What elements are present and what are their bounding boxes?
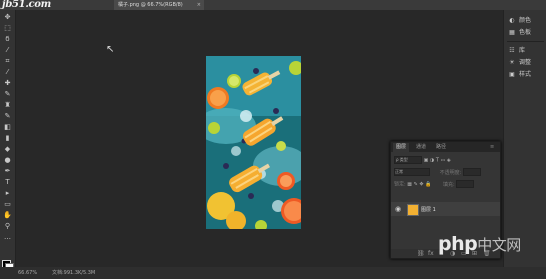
layers-panel-tabs: 图层 通道 路径 ≡ <box>391 142 500 152</box>
dodge-icon[interactable]: ● <box>3 156 12 164</box>
dock-label: 库 <box>519 47 526 54</box>
filter-adjust-icon[interactable]: ◑ <box>430 158 434 164</box>
layer-filter-row: ρ 类型 ▣ ◑ T ▭ ◈ <box>394 156 451 164</box>
blur-icon[interactable]: ◆ <box>3 145 12 153</box>
gradient-icon[interactable]: ▮ <box>3 134 12 142</box>
healing-icon[interactable]: ✚ <box>3 79 12 87</box>
swatches-icon: ▦ <box>509 29 515 36</box>
lock-row: 锁定: ▦ ✎ ✥ 🔒 填充: <box>394 180 475 188</box>
lock-paint-icon[interactable]: ✎ <box>414 182 418 188</box>
opacity-label: 不透明度: <box>439 169 462 176</box>
layer-thumbnail <box>407 204 419 216</box>
visibility-eye-icon[interactable]: ◉ <box>395 205 401 213</box>
brush-icon[interactable]: ✎ <box>3 90 12 98</box>
dock-label: 调整 <box>519 59 532 66</box>
dock-button-libraries[interactable]: ☷ 库 <box>508 46 544 56</box>
magic-wand-icon[interactable]: ⁄ <box>3 46 12 54</box>
filter-pixel-icon[interactable]: ▣ <box>424 158 429 164</box>
path-select-icon[interactable]: ▸ <box>3 189 12 197</box>
dock-button-adjustments[interactable]: ☀ 调整 <box>508 58 544 68</box>
filter-smart-icon[interactable]: ◈ <box>447 158 451 164</box>
lock-label: 锁定: <box>394 181 406 188</box>
fx-icon[interactable]: fx <box>428 250 434 257</box>
dock-label: 色板 <box>519 29 532 36</box>
fill-field[interactable] <box>456 180 475 188</box>
libraries-icon: ☷ <box>509 47 515 54</box>
zoom-level[interactable]: 66.67% <box>18 267 37 279</box>
color-icon: ◐ <box>509 17 515 24</box>
more-icon[interactable]: … <box>3 233 12 241</box>
hand-icon[interactable]: ✋ <box>3 211 12 219</box>
lock-pixels-icon[interactable]: ▦ <box>407 182 412 188</box>
marquee-icon[interactable]: ⬚ <box>3 24 12 32</box>
dock-divider <box>507 41 544 42</box>
history-brush-icon[interactable]: ✎ <box>3 112 12 120</box>
styles-icon: ▣ <box>509 71 515 78</box>
tools-panel: ✥ ⬚ ϭ ⁄ ⌗ ⁄ ✚ ✎ ♜ ✎ ◧ ▮ ◆ ● ✒ T ▸ ▭ ✋ ⚲ … <box>0 10 16 272</box>
tab-paths[interactable]: 路径 <box>433 143 449 152</box>
dock-label: 颜色 <box>519 17 532 24</box>
tab-channels[interactable]: 通道 <box>413 143 429 152</box>
watermark-text: php <box>438 233 478 255</box>
dock-button-color[interactable]: ◐ 颜色 <box>508 16 544 26</box>
adjustments-icon: ☀ <box>509 59 515 66</box>
cursor-arrow-icon: ↖ <box>106 44 115 55</box>
kind-filter-select[interactable]: ρ 类型 <box>394 156 422 164</box>
status-bar: 66.67% 文档:991.3K/5.3M <box>0 267 546 279</box>
layer-row[interactable]: ◉ 图层 1 <box>391 202 500 216</box>
fill-label: 填充: <box>443 181 455 188</box>
type-icon[interactable]: T <box>3 178 12 186</box>
eraser-icon[interactable]: ◧ <box>3 123 12 131</box>
lock-move-icon[interactable]: ✥ <box>419 182 423 188</box>
popsicle-photo <box>206 56 301 229</box>
lasso-icon[interactable]: ϭ <box>3 35 12 43</box>
document-image[interactable] <box>206 56 301 229</box>
dock-button-styles[interactable]: ▣ 样式 <box>508 70 544 80</box>
pen-icon[interactable]: ✒ <box>3 167 12 175</box>
document-tab[interactable]: 橘子.png @ 66.7%(RGB/8) × <box>114 0 204 10</box>
document-tab-title: 橘子.png @ 66.7%(RGB/8) <box>118 2 183 8</box>
panel-dock: ◐ 颜色 ▦ 色板 ☷ 库 ☀ 调整 ▣ 样式 <box>503 10 546 267</box>
crop-icon[interactable]: ⌗ <box>3 57 12 65</box>
layer-name[interactable]: 图层 1 <box>421 206 436 213</box>
site-logo: jb51.com <box>2 0 51 10</box>
link-icon[interactable]: ⛓ <box>417 250 425 257</box>
move-icon[interactable]: ✥ <box>3 13 12 21</box>
shape-icon[interactable]: ▭ <box>3 200 12 208</box>
document-info[interactable]: 文档:991.3K/5.3M <box>52 267 95 279</box>
panel-menu-icon[interactable]: ≡ <box>487 143 497 152</box>
dock-button-swatches[interactable]: ▦ 色板 <box>508 28 544 38</box>
watermark-suffix: 中文网 <box>477 236 521 254</box>
kind-filter-value: ρ 类型 <box>396 157 408 162</box>
close-tab-icon[interactable]: × <box>197 0 201 10</box>
stamp-icon[interactable]: ♜ <box>3 101 12 109</box>
eyedropper-icon[interactable]: ⁄ <box>3 68 12 76</box>
zoom-icon[interactable]: ⚲ <box>3 222 12 230</box>
dock-label: 样式 <box>519 71 532 78</box>
tab-layers[interactable]: 图层 <box>393 143 410 152</box>
opacity-field[interactable] <box>462 168 481 176</box>
blend-row: 正常 不透明度: <box>394 168 481 176</box>
filter-type-icon[interactable]: T <box>436 158 439 164</box>
blend-mode-select[interactable]: 正常 <box>394 168 430 176</box>
application-bar: jb51.com 橘子.png @ 66.7%(RGB/8) × <box>0 0 546 10</box>
watermark-logo: php中文网 <box>438 233 521 255</box>
lock-all-icon[interactable]: 🔒 <box>425 182 431 188</box>
filter-shape-icon[interactable]: ▭ <box>441 158 446 164</box>
